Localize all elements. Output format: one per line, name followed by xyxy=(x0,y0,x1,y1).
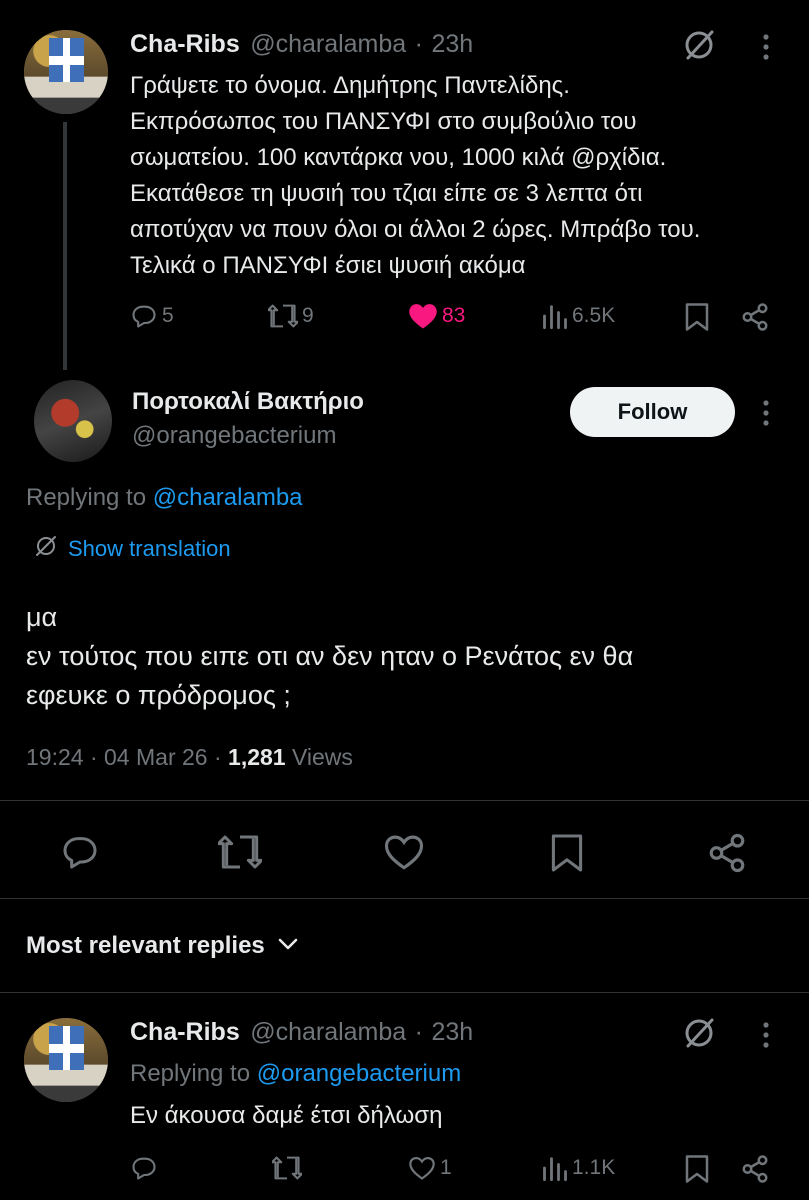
divider xyxy=(0,800,809,801)
views-icon xyxy=(542,1154,568,1182)
reply-count: 5 xyxy=(162,304,174,327)
translate-icon xyxy=(34,534,58,563)
author-name[interactable]: Cha-Ribs xyxy=(130,1018,240,1046)
like-icon xyxy=(408,302,438,330)
views-count: 1,281 xyxy=(228,744,286,770)
author-block: Πορτοκαλί Βακτήριο @orangebacterium xyxy=(132,388,364,450)
like-icon xyxy=(383,835,425,876)
reply-icon xyxy=(130,302,158,330)
reply-icon xyxy=(60,837,100,876)
repost-icon xyxy=(268,302,298,330)
share-icon[interactable] xyxy=(706,832,748,879)
like-count: 1 xyxy=(440,1156,452,1179)
tweet-date[interactable]: 04 Mar 26 xyxy=(104,744,208,770)
translation-label: Show translation xyxy=(68,535,231,561)
like-button[interactable]: 1 xyxy=(408,1154,452,1182)
like-count: 83 xyxy=(442,304,466,327)
more-icon[interactable] xyxy=(760,1020,772,1055)
repost-button[interactable] xyxy=(216,832,264,877)
thread-line xyxy=(63,122,67,370)
views-count: 1.1K xyxy=(572,1156,616,1179)
replying-prefix: Replying to xyxy=(130,1060,251,1087)
views-count: 6.5K xyxy=(572,304,616,327)
views-button[interactable]: 6.5K xyxy=(542,302,615,330)
views-label: Views xyxy=(291,744,353,770)
repost-count: 9 xyxy=(302,304,314,327)
repost-button[interactable] xyxy=(272,1154,302,1182)
more-icon[interactable] xyxy=(760,32,772,67)
repost-icon xyxy=(216,835,264,876)
tweet-text: Εν άκουσα δαμέ έτσι δήλωση xyxy=(130,1102,443,1129)
sort-replies[interactable]: Most relevant replies xyxy=(26,932,299,960)
separator: · xyxy=(414,30,423,58)
share-icon[interactable] xyxy=(740,1154,770,1189)
author-name[interactable]: Cha-Ribs xyxy=(130,30,240,58)
reply-button[interactable] xyxy=(60,832,100,877)
divider xyxy=(0,992,809,993)
tweet-meta: 19:24 · 04 Mar 26 · 1,281 Views xyxy=(26,744,353,771)
author-handle[interactable]: @charalamba xyxy=(250,1018,406,1046)
tweet-text: μα εν τούτος που ειπε οτι αν δεν ηταν ο … xyxy=(26,602,634,710)
replying-to: Replying to @charalamba xyxy=(26,484,303,512)
divider xyxy=(0,898,809,899)
replying-prefix: Replying to xyxy=(26,484,147,511)
tweet-time[interactable]: 19:24 xyxy=(26,744,84,770)
avatar[interactable] xyxy=(34,380,112,462)
author-handle[interactable]: @charalamba xyxy=(250,30,406,58)
sort-label: Most relevant replies xyxy=(26,932,265,959)
bookmark-icon[interactable] xyxy=(684,302,710,337)
grok-icon[interactable] xyxy=(682,1016,716,1055)
reply-icon xyxy=(130,1154,158,1182)
like-button[interactable] xyxy=(383,832,425,877)
author-name[interactable]: Πορτοκαλί Βακτήριο xyxy=(132,388,364,416)
author-handle[interactable]: @orangebacterium xyxy=(132,422,364,450)
like-button[interactable]: 83 xyxy=(408,302,465,330)
tweet-header: Cha-Ribs @charalamba · 23h xyxy=(130,1018,473,1047)
tweet-header: Cha-Ribs @charalamba · 23h xyxy=(130,30,473,59)
show-translation[interactable]: Show translation xyxy=(34,534,231,563)
replying-to-link[interactable]: @orangebacterium xyxy=(257,1060,461,1087)
reply-button[interactable] xyxy=(130,1154,158,1182)
tweet-text: Γράψετε το όνομα. Δημήτρης Παντελίδης. Ε… xyxy=(130,72,701,279)
follow-button[interactable]: Follow xyxy=(570,387,735,437)
avatar[interactable] xyxy=(24,30,108,114)
more-icon[interactable] xyxy=(760,398,772,433)
views-icon xyxy=(542,302,568,330)
tweet-time[interactable]: 23h xyxy=(431,30,473,58)
replying-to-link[interactable]: @charalamba xyxy=(153,484,303,511)
bookmark-icon[interactable] xyxy=(550,832,584,879)
repost-icon xyxy=(272,1154,302,1182)
bookmark-icon[interactable] xyxy=(684,1154,710,1189)
repost-button[interactable]: 9 xyxy=(268,302,314,330)
like-icon xyxy=(408,1154,436,1182)
share-icon[interactable] xyxy=(740,302,770,337)
chevron-down-icon xyxy=(277,936,299,957)
separator: · xyxy=(89,744,98,770)
separator: · xyxy=(414,1018,423,1046)
replying-to: Replying to @orangebacterium xyxy=(130,1060,461,1088)
avatar[interactable] xyxy=(24,1018,108,1102)
views-button[interactable]: 1.1K xyxy=(542,1154,615,1182)
separator: · xyxy=(213,744,222,770)
reply-button[interactable]: 5 xyxy=(130,302,174,330)
tweet-time[interactable]: 23h xyxy=(431,1018,473,1046)
grok-icon[interactable] xyxy=(682,28,716,67)
